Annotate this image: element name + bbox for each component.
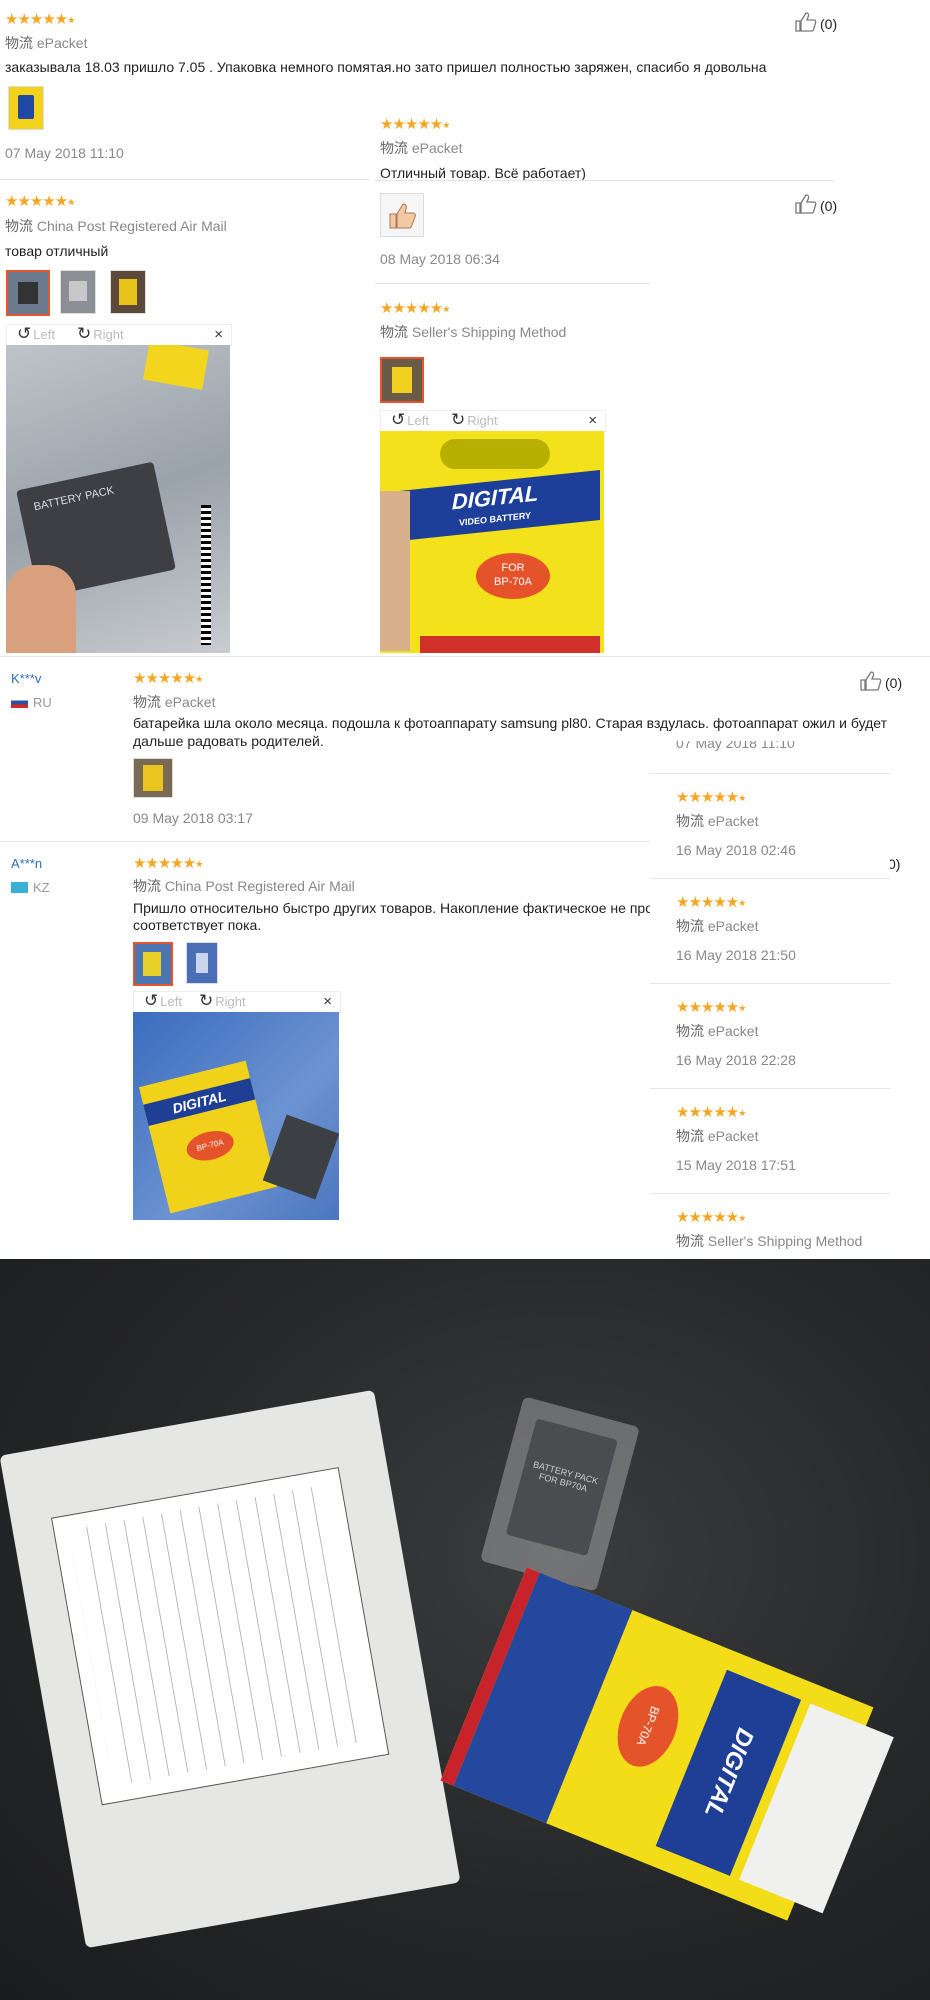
rating-stars: ★★★★★★ [133, 855, 203, 872]
rotate-right-icon: ↻ [451, 410, 466, 429]
divider [0, 656, 930, 657]
shipping-method: 物流 ePacket [676, 918, 759, 934]
reviewer-country: RU [11, 695, 52, 710]
product-photo: BATTERY PACK FOR BP70A DIGITAL BP-70A [0, 1259, 930, 2000]
image-viewer-toolbar: ↺ Left ↻ Right × [380, 410, 606, 432]
review-photo-thumb[interactable] [133, 758, 173, 798]
divider [0, 179, 370, 180]
shipping-method: 物流 China Post Registered Air Mail [5, 218, 227, 234]
close-icon[interactable]: × [588, 412, 597, 429]
review-photo-large: BATTERY PACK [6, 345, 230, 653]
reviewer-name[interactable]: A***n [11, 856, 42, 871]
review-photo-thumb[interactable] [110, 270, 146, 314]
close-icon[interactable]: × [323, 993, 332, 1010]
thumbs-up-icon [795, 12, 817, 35]
review-date: 07 May 2018 11:10 [676, 741, 795, 751]
customs-label [51, 1467, 390, 1806]
shipping-method: 物流 ePacket [133, 694, 216, 710]
shipping-method: 物流 Seller's Shipping Method [380, 324, 567, 340]
review-date: 16 May 2018 21:50 [676, 947, 796, 963]
rating-stars: ★★★★★★ [676, 999, 746, 1016]
review-date: 07 May 2018 11:10 [5, 145, 124, 161]
review-date: 16 May 2018 02:46 [676, 842, 796, 858]
divider [650, 773, 890, 774]
divider [650, 878, 890, 879]
helpful-button[interactable]: (0) [795, 12, 837, 35]
review-photo-thumb[interactable] [186, 942, 218, 984]
rotate-left-icon: ↺ [391, 410, 406, 429]
shipping-method: 物流 ePacket [676, 813, 759, 829]
review-date: 08 May 2018 06:34 [380, 251, 500, 267]
review-photo-thumb[interactable] [60, 270, 96, 314]
review-date: 15 May 2018 17:51 [676, 1157, 796, 1173]
review-photo-thumb[interactable] [8, 86, 44, 130]
shipping-method: 物流 China Post Registered Air Mail [133, 878, 355, 894]
divider [650, 1193, 890, 1194]
shipping-method: 物流 Seller's Shipping Method [676, 1233, 863, 1249]
review-photo-large: DIGITAL VIDEO BATTERY FOR BP-70A [380, 431, 604, 653]
image-viewer-toolbar: ↺ Left ↻ Right × [6, 324, 232, 346]
rotate-right-icon: ↻ [199, 991, 214, 1010]
divider [0, 841, 650, 842]
review-photo-thumb[interactable] [133, 942, 173, 986]
rotate-left-button[interactable]: ↺ Left [144, 992, 182, 1010]
review-date: 16 May 2018 22:28 [676, 1052, 796, 1068]
divider [375, 283, 650, 284]
thumbs-up-photo [389, 203, 416, 229]
review-photo-thumb[interactable] [6, 270, 50, 316]
review-photo-thumb[interactable] [380, 193, 424, 237]
rating-stars: ★★★★★★ [676, 789, 746, 806]
divider [650, 1088, 890, 1089]
rotate-left-button[interactable]: ↺ Left [17, 325, 55, 343]
shipping-method: 物流 ePacket [676, 1128, 759, 1144]
review-text: заказывала 18.03 пришло 7.05 . Упаковка … [5, 59, 767, 75]
thumbs-up-icon [795, 194, 817, 217]
review-text: Пришло относительно быстро других товаро… [133, 900, 661, 916]
review-text: товар отличный [5, 243, 109, 259]
rotate-right-button[interactable]: ↻ Right [77, 325, 124, 343]
rating-stars: ★★★★★★ [676, 894, 746, 911]
review-photo-thumb[interactable] [380, 357, 424, 403]
review-text: соответствует пока. [133, 917, 262, 933]
rating-stars: ★★★★★★ [676, 1209, 746, 1226]
close-icon[interactable]: × [214, 326, 223, 343]
review-date: 09 May 2018 03:17 [133, 810, 253, 826]
divider [650, 983, 890, 984]
divider [375, 180, 835, 181]
rating-stars: ★★★★★★ [5, 193, 75, 210]
image-viewer-toolbar: ↺ Left ↻ Right × [133, 991, 341, 1013]
shipping-method: 物流 ePacket [5, 35, 88, 51]
rotate-right-button[interactable]: ↻ Right [451, 411, 498, 429]
rating-stars: ★★★★★★ [676, 1104, 746, 1121]
thumbs-up-icon [860, 671, 882, 694]
flag-kz-icon [11, 882, 28, 893]
rotate-left-icon: ↺ [17, 324, 32, 343]
reviewer-name[interactable]: K***v [11, 671, 41, 686]
helpful-button[interactable]: (0) [860, 671, 902, 694]
rating-stars: ★★★★★★ [380, 116, 450, 133]
rating-stars: ★★★★★★ [380, 300, 450, 317]
rating-stars: ★★★★★★ [5, 11, 75, 28]
rotate-left-button[interactable]: ↺ Left [391, 411, 429, 429]
shipping-method: 物流 ePacket [676, 1023, 759, 1039]
reviewer-country: KZ [11, 880, 50, 895]
rotate-right-icon: ↻ [77, 324, 92, 343]
battery-box: DIGITAL BP-70A [440, 1567, 894, 1921]
rating-stars: ★★★★★★ [133, 670, 203, 687]
rotate-right-button[interactable]: ↻ Right [199, 992, 246, 1010]
shipping-method: 物流 ePacket [380, 140, 463, 156]
review-photo-large: DIGITAL BP-70A [133, 1012, 339, 1220]
rotate-left-icon: ↺ [144, 991, 159, 1010]
flag-ru-icon [11, 697, 28, 708]
mailer-bag [0, 1389, 461, 1949]
helpful-button[interactable]: (0) [795, 194, 837, 217]
battery-in-plastic: BATTERY PACK FOR BP70A [480, 1396, 640, 1592]
